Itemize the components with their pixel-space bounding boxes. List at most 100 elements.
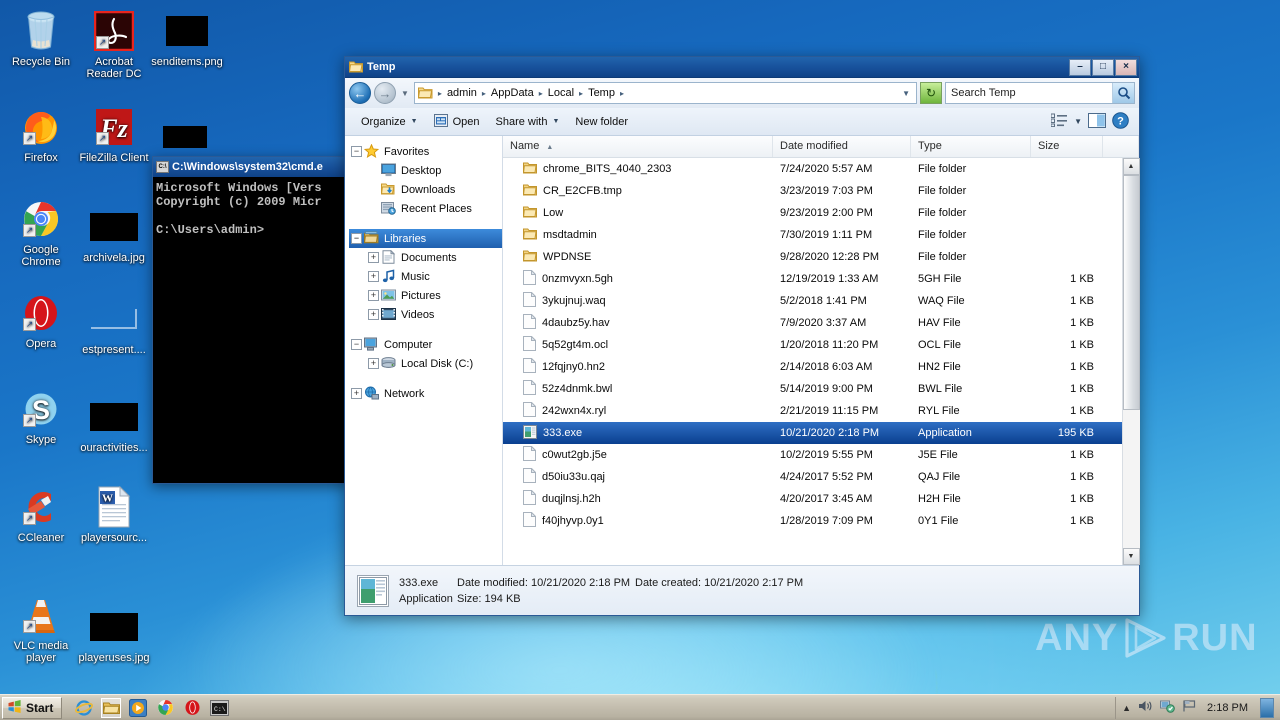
breadcrumb-separator[interactable]: ▸ [437, 89, 443, 98]
opera-icon[interactable] [182, 698, 202, 718]
breadcrumb-item-local[interactable]: Local [545, 86, 577, 100]
scrollbar-thumb[interactable] [1122, 175, 1140, 410]
sidebar-item-recent-places[interactable]: Recent Places [349, 199, 502, 218]
column-header-type[interactable]: Type [911, 136, 1031, 157]
forward-arrow-icon[interactable]: → [374, 82, 396, 104]
column-header-size[interactable]: Size [1031, 136, 1103, 157]
expand-icon[interactable]: + [368, 358, 379, 369]
close-button[interactable]: × [1115, 58, 1137, 76]
expand-icon[interactable]: + [368, 252, 379, 263]
new-folder-button[interactable]: New folder [567, 113, 636, 131]
table-row[interactable]: 333.exe 10/21/2020 2:18 PM Application 195 … [503, 422, 1122, 444]
expand-icon[interactable]: + [368, 290, 379, 301]
desktop-icon-recycle-bin[interactable]: Recycle Bin [4, 8, 78, 68]
view-list-icon[interactable] [1050, 113, 1068, 130]
search-icon[interactable] [1112, 83, 1134, 103]
table-row[interactable]: WPDNSE 9/28/2020 12:28 PM File folder [503, 246, 1122, 268]
sidebar-item-desktop[interactable]: Desktop [349, 161, 502, 180]
collapse-icon[interactable]: − [351, 339, 362, 350]
desktop-icon-acrobat-reader-dc[interactable]: ↗ Acrobat Reader DC [77, 8, 151, 80]
sidebar-item-videos[interactable]: + Videos [349, 305, 502, 324]
table-row[interactable]: Low 9/23/2019 2:00 PM File folder [503, 202, 1122, 224]
sidebar-item-computer[interactable]: − Computer [349, 335, 502, 354]
table-row[interactable]: duqjlnsj.h2h 4/20/2017 3:45 AM H2H File 1 K… [503, 488, 1122, 510]
scroll-up-button[interactable]: ▲ [1122, 158, 1140, 175]
breadcrumb-separator[interactable]: ▸ [578, 89, 584, 98]
expand-icon[interactable]: + [368, 309, 379, 320]
cmd-console-output[interactable]: Microsoft Windows [Vers Copyright (c) 20… [153, 177, 347, 237]
windows-explorer-icon[interactable] [101, 697, 122, 718]
desktop-icon-skype[interactable]: S ↗ Skype [4, 386, 78, 446]
table-row[interactable]: 4daubz5y.hav 7/9/2020 3:37 AM HAV File 1 KB [503, 312, 1122, 334]
view-dropdown-icon[interactable]: ▼ [1074, 117, 1082, 126]
breadcrumb-item-admin[interactable]: admin [444, 86, 480, 100]
sidebar-item-downloads[interactable]: Downloads [349, 180, 502, 199]
sidebar-item-pictures[interactable]: + Pictures [349, 286, 502, 305]
file-rows[interactable]: chrome_BITS_4040_2303 7/24/2020 5:57 AM Fi… [503, 158, 1122, 565]
address-dropdown-icon[interactable]: ▼ [902, 89, 913, 98]
recent-pages-dropdown-icon[interactable]: ▼ [401, 89, 409, 98]
scrollbar-track[interactable] [1122, 175, 1140, 548]
sidebar-item-favorites[interactable]: − Favorites [349, 142, 502, 161]
flag-icon[interactable] [1182, 699, 1197, 716]
organize-button[interactable]: Organize ▼ [353, 113, 426, 131]
share-with-button[interactable]: Share with ▼ [488, 113, 568, 131]
desktop-icon-filezilla-client[interactable]: Fz ↗ FileZilla Client [77, 104, 151, 164]
vertical-scrollbar[interactable]: ▲ ▼ [1122, 158, 1140, 565]
desktop-icon-estpresent[interactable]: estpresent.... [77, 296, 151, 356]
sidebar-item-music[interactable]: + Music [349, 267, 502, 286]
column-header-name[interactable]: Name ▲ [503, 136, 773, 157]
collapse-icon[interactable]: − [351, 233, 362, 244]
maximize-button[interactable]: □ [1092, 58, 1114, 76]
table-row[interactable]: 52z4dnmk.bwl 5/14/2019 9:00 PM BWL File 1 K… [503, 378, 1122, 400]
sidebar-item-libraries[interactable]: − Libraries [349, 229, 502, 248]
table-row[interactable]: 242wxn4x.ryl 2/21/2019 11:15 PM RYL File 1 … [503, 400, 1122, 422]
column-header-date-modified[interactable]: Date modified [773, 136, 911, 157]
chevron-up-icon[interactable]: ▲ [1122, 703, 1131, 713]
table-row[interactable]: msdtadmin 7/30/2019 1:11 PM File folder [503, 224, 1122, 246]
table-row[interactable]: c0wut2gb.j5e 10/2/2019 5:55 PM J5E File 1 K… [503, 444, 1122, 466]
cmd-title-bar[interactable]: C:\ C:\Windows\system32\cmd.e [153, 157, 347, 177]
desktop-icon-ccleaner[interactable]: ↗ CCleaner [4, 484, 78, 544]
table-row[interactable]: d50iu33u.qaj 4/24/2017 5:52 PM QAJ File 1 K… [503, 466, 1122, 488]
table-row[interactable]: 12fqjny0.hn2 2/14/2018 6:03 AM HN2 File 1 K… [503, 356, 1122, 378]
command-prompt-window[interactable]: C:\ C:\Windows\system32\cmd.e Microsoft … [152, 156, 348, 484]
desktop-icon-google-chrome[interactable]: ↗ Google Chrome [4, 196, 78, 268]
expand-icon[interactable]: + [351, 388, 362, 399]
command-prompt-icon[interactable]: C:\ [209, 698, 229, 718]
breadcrumb-separator[interactable]: ▸ [619, 89, 625, 98]
desktop-icon-vlc-media-player[interactable]: ↗ VLC media player [4, 592, 78, 664]
volume-icon[interactable] [1138, 699, 1153, 716]
refresh-icon[interactable]: ↻ [920, 82, 942, 104]
breadcrumb-item-temp[interactable]: Temp [585, 86, 618, 100]
show-desktop-button[interactable] [1260, 697, 1274, 718]
desktop-icon-firefox[interactable]: ↗ Firefox [4, 104, 78, 164]
breadcrumb-item-appdata[interactable]: AppData [488, 86, 537, 100]
start-button[interactable]: Start [2, 696, 63, 719]
table-row[interactable]: 0nzmvyxn.5gh 12/19/2019 1:33 AM 5GH File 1 … [503, 268, 1122, 290]
help-icon[interactable]: ? [1112, 111, 1129, 132]
table-row[interactable]: CR_E2CFB.tmp 3/23/2019 7:03 PM File folder [503, 180, 1122, 202]
desktop-icon-playersourc[interactable]: W playersourc... [77, 484, 151, 544]
preview-pane-icon[interactable] [1088, 112, 1106, 131]
media-player-icon[interactable] [128, 698, 148, 718]
scroll-down-button[interactable]: ▼ [1122, 548, 1140, 565]
breadcrumb-separator[interactable]: ▸ [481, 89, 487, 98]
table-row[interactable]: chrome_BITS_4040_2303 7/24/2020 5:57 AM Fi… [503, 158, 1122, 180]
minimize-button[interactable]: – [1069, 58, 1091, 76]
breadcrumb[interactable]: ▸ admin ▸ AppData ▸ Local ▸ Temp ▸ ▼ [413, 82, 917, 104]
explorer-title-bar[interactable]: Temp – □ × [345, 57, 1139, 78]
chrome-icon[interactable] [155, 698, 175, 718]
breadcrumb-separator[interactable]: ▸ [538, 89, 544, 98]
desktop-icon-archivela-jpg[interactable]: archivela.jpg [77, 204, 151, 264]
sidebar-item-local-disk-c[interactable]: + Local Disk (C:) [349, 354, 502, 373]
back-arrow-icon[interactable]: ← [349, 82, 371, 104]
desktop-icon-opera[interactable]: ↗ Opera [4, 290, 78, 350]
internet-explorer-icon[interactable] [74, 698, 94, 718]
table-row[interactable]: 5q52gt4m.ocl 1/20/2018 11:20 PM OCL File 1 … [503, 334, 1122, 356]
open-button[interactable]: Open [426, 111, 488, 133]
table-row[interactable]: 3ykujnuj.waq 5/2/2018 1:41 PM WAQ File 1 KB [503, 290, 1122, 312]
table-row[interactable]: f40jhyvp.0y1 1/28/2019 7:09 PM 0Y1 File 1 K… [503, 510, 1122, 532]
expand-icon[interactable]: + [368, 271, 379, 282]
network-tray-icon[interactable] [1160, 699, 1175, 716]
